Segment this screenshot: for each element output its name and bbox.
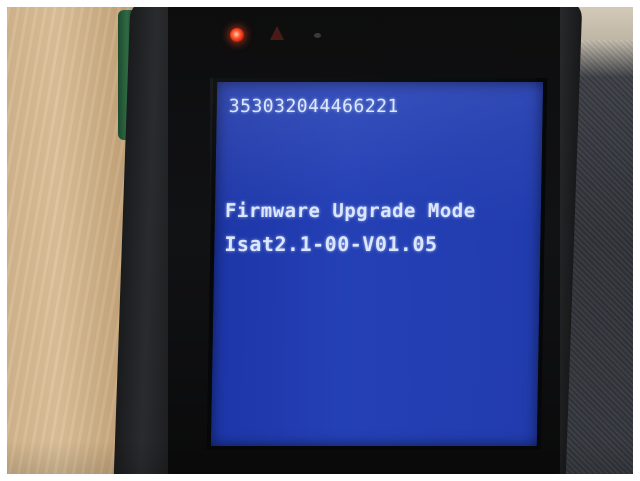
warning-triangle-icon (270, 26, 284, 40)
imei-number: 353032044466221 (228, 96, 399, 117)
firmware-version: Isat2.1-00-V01.05 (224, 232, 438, 256)
status-led-red-icon (230, 28, 244, 42)
mode-label: Firmware Upgrade Mode (224, 200, 476, 222)
photo-scene: 353032044466221 Firmware Upgrade Mode Is… (0, 0, 640, 481)
indicator-dot-icon (314, 33, 321, 38)
lcd-screen: 353032044466221 Firmware Upgrade Mode Is… (206, 78, 548, 450)
